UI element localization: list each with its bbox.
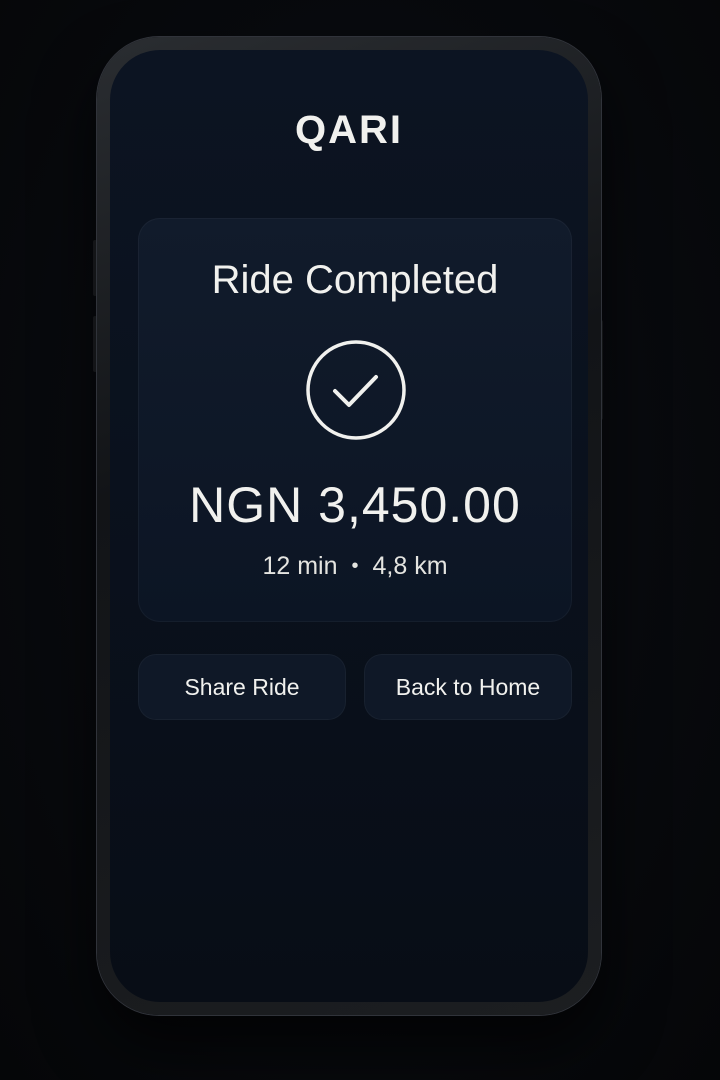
page-background: QARI Ride Completed NGN 3,450.00 12 min •… — [0, 0, 720, 1080]
trip-duration: 12 min — [262, 552, 338, 580]
meta-separator: • — [351, 555, 359, 577]
phone-screen: QARI Ride Completed NGN 3,450.00 12 min •… — [110, 50, 588, 1002]
ride-summary-card: Ride Completed NGN 3,450.00 12 min • 4,8 k… — [138, 218, 572, 622]
fare-amount: NGN 3,450.00 — [189, 477, 521, 533]
trip-distance: 4,8 km — [372, 552, 448, 580]
ride-status-title: Ride Completed — [211, 258, 499, 302]
share-ride-button[interactable]: Share Ride — [138, 654, 346, 720]
app-title: QARI — [295, 108, 403, 152]
back-to-home-button[interactable]: Back to Home — [364, 654, 572, 720]
trip-details: 12 min • 4,8 km — [138, 552, 572, 581]
checkmark-circle-icon — [306, 340, 406, 440]
